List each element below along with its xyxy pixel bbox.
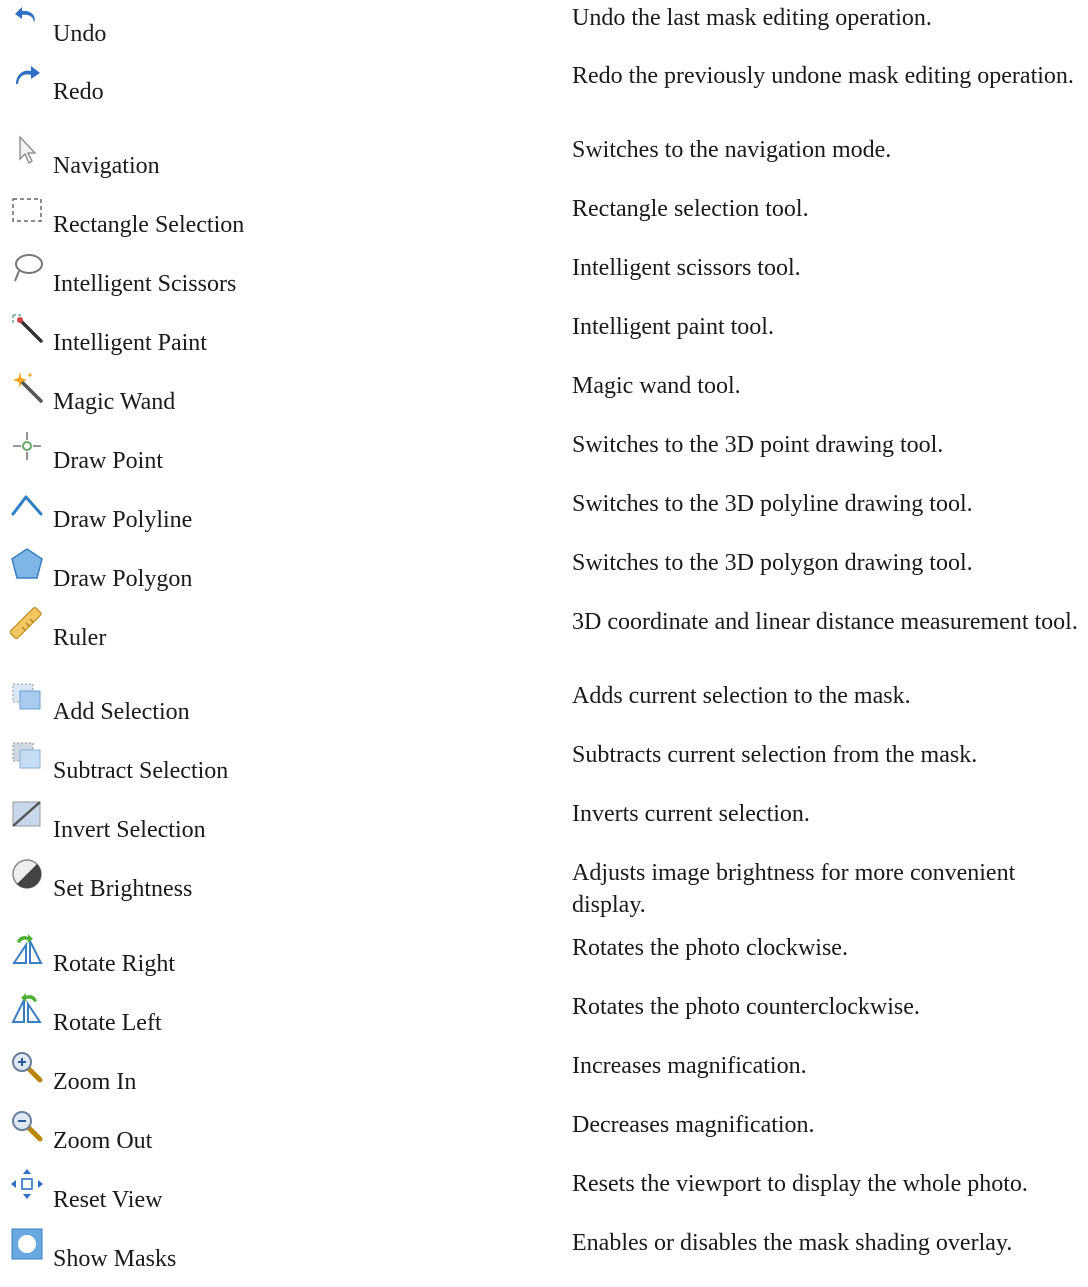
tool-name: Redo bbox=[53, 79, 104, 105]
tool-name: Subtract Selection bbox=[53, 758, 229, 784]
ruler-icon bbox=[10, 606, 44, 640]
tool-cell: Magic Wand bbox=[10, 370, 550, 430]
tool-description: Inverts current selection. bbox=[572, 801, 810, 827]
subtract-selection-icon bbox=[10, 739, 44, 773]
tool-cell: Draw Point bbox=[10, 429, 550, 489]
draw-point-icon bbox=[10, 429, 44, 463]
tool-name: Add Selection bbox=[53, 699, 190, 725]
tool-description: Rotates the photo counterclockwise. bbox=[572, 994, 920, 1020]
tool-cell: Show Masks bbox=[10, 1227, 550, 1287]
show-masks-icon bbox=[10, 1227, 44, 1261]
tool-cell: Undo bbox=[10, 2, 550, 62]
tool-name: Show Masks bbox=[53, 1246, 177, 1272]
tool-cell: Rotate Left bbox=[10, 991, 550, 1051]
reset-view-icon bbox=[10, 1168, 44, 1202]
magic-wand-icon bbox=[10, 370, 44, 404]
tool-cell: Add Selection bbox=[10, 680, 550, 740]
tool-description: Adjusts image brightness for more conven… bbox=[572, 860, 1016, 918]
tool-description: Redo the previously undone mask editing … bbox=[572, 63, 1074, 89]
rectangle-selection-icon bbox=[10, 193, 44, 227]
tool-name: Magic Wand bbox=[53, 389, 176, 415]
tool-description: Subtracts current selection from the mas… bbox=[572, 742, 978, 768]
tool-cell: Zoom Out bbox=[10, 1109, 550, 1169]
tool-name: Ruler bbox=[53, 625, 107, 651]
rotate-left-icon bbox=[10, 991, 44, 1025]
tool-name: Set Brightness bbox=[53, 876, 193, 902]
zoom-in-icon bbox=[10, 1050, 44, 1084]
intelligent-paint-icon bbox=[10, 311, 44, 345]
tool-description: Resets the viewport to display the whole… bbox=[572, 1171, 1028, 1197]
tool-name: Undo bbox=[53, 21, 107, 47]
tool-cell: Intelligent Paint bbox=[10, 311, 550, 371]
tool-cell: Navigation bbox=[10, 134, 550, 194]
tool-cell: Zoom In bbox=[10, 1050, 550, 1110]
tool-name: Draw Polyline bbox=[53, 507, 193, 533]
tool-name: Draw Point bbox=[53, 448, 163, 474]
tool-description: Intelligent scissors tool. bbox=[572, 255, 801, 281]
rotate-right-icon bbox=[10, 932, 44, 966]
set-brightness-icon bbox=[10, 857, 44, 891]
tool-name: Rectangle Selection bbox=[53, 212, 245, 238]
tool-description: Rectangle selection tool. bbox=[572, 196, 809, 222]
redo-icon bbox=[10, 60, 44, 94]
tool-cell: Intelligent Scissors bbox=[10, 252, 550, 312]
tool-cell: Redo bbox=[10, 60, 550, 120]
tool-name: Draw Polygon bbox=[53, 566, 193, 592]
tool-description: Switches to the 3D point drawing tool. bbox=[572, 432, 944, 458]
tool-cell: Invert Selection bbox=[10, 798, 550, 858]
tool-cell: Ruler bbox=[10, 606, 550, 666]
tool-name: Zoom In bbox=[53, 1069, 137, 1095]
add-selection-icon bbox=[10, 680, 44, 714]
tool-description: Switches to the 3D polyline drawing tool… bbox=[572, 491, 973, 517]
tool-name: Rotate Right bbox=[53, 951, 175, 977]
invert-selection-icon bbox=[10, 798, 44, 832]
tool-description: Adds current selection to the mask. bbox=[572, 683, 911, 709]
tool-name: Zoom Out bbox=[53, 1128, 153, 1154]
navigation-icon bbox=[10, 134, 44, 168]
draw-polyline-icon bbox=[10, 488, 44, 522]
tool-description: Rotates the photo clockwise. bbox=[572, 935, 848, 961]
tool-description: Switches to the navigation mode. bbox=[572, 137, 892, 163]
tool-description: Decreases magnification. bbox=[572, 1112, 815, 1138]
tool-name: Invert Selection bbox=[53, 817, 206, 843]
tool-cell: Rectangle Selection bbox=[10, 193, 550, 253]
tool-description: Enables or disables the mask shading ove… bbox=[572, 1230, 1013, 1256]
tool-name: Intelligent Scissors bbox=[53, 271, 237, 297]
tool-name: Navigation bbox=[53, 153, 160, 179]
tool-description: Magic wand tool. bbox=[572, 373, 741, 399]
tool-cell: Subtract Selection bbox=[10, 739, 550, 799]
undo-icon bbox=[10, 2, 44, 36]
tool-description: Intelligent paint tool. bbox=[572, 314, 774, 340]
tool-description: 3D coordinate and linear distance measur… bbox=[572, 609, 1078, 635]
draw-polygon-icon bbox=[10, 547, 44, 581]
tool-name: Rotate Left bbox=[53, 1010, 162, 1036]
tool-name: Reset View bbox=[53, 1187, 163, 1213]
tool-cell: Rotate Right bbox=[10, 932, 550, 992]
tool-cell: Set Brightness bbox=[10, 857, 550, 917]
tool-name: Intelligent Paint bbox=[53, 330, 207, 356]
tool-description: Switches to the 3D polygon drawing tool. bbox=[572, 550, 973, 576]
zoom-out-icon bbox=[10, 1109, 44, 1143]
tool-cell: Draw Polyline bbox=[10, 488, 550, 548]
tool-description: Undo the last mask editing operation. bbox=[572, 5, 932, 31]
tool-cell: Draw Polygon bbox=[10, 547, 550, 607]
tool-description: Increases magnification. bbox=[572, 1053, 807, 1079]
tool-cell: Reset View bbox=[10, 1168, 550, 1228]
intelligent-scissors-icon bbox=[10, 252, 44, 286]
